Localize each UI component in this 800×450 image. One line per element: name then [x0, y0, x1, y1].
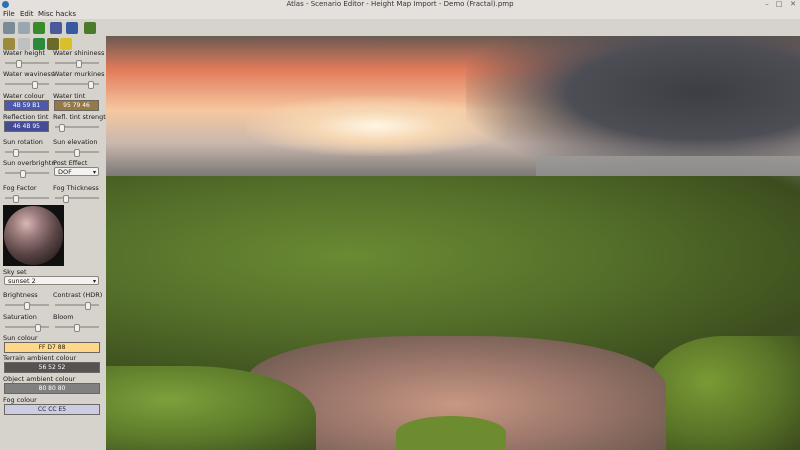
refl-tint-strength-slider[interactable]: [55, 124, 99, 132]
maximize-button[interactable]: □: [774, 0, 784, 9]
slider-knob[interactable]: [85, 302, 91, 310]
contrast-slider[interactable]: [55, 302, 99, 310]
sun-colour-swatch[interactable]: FF D7 88: [4, 342, 100, 353]
sun-colour-label: Sun colour: [3, 334, 38, 342]
bloom-label: Bloom: [53, 313, 74, 321]
unit-tool-icon[interactable]: [66, 22, 78, 34]
chevron-down-icon: ▾: [92, 278, 96, 285]
sky-set-select[interactable]: sunset 2 ▾: [4, 276, 99, 285]
preview-sphere: [4, 206, 63, 265]
foreground-mid-hill: [396, 416, 506, 450]
player-tool-icon[interactable]: [50, 22, 62, 34]
slider-knob[interactable]: [32, 81, 38, 89]
slider-knob[interactable]: [13, 195, 19, 203]
water-height-label: Water height: [3, 49, 45, 57]
slider-knob[interactable]: [74, 324, 80, 332]
sun-elevation-label: Sun elevation: [53, 138, 98, 146]
fog-factor-slider[interactable]: [5, 195, 49, 203]
menu-bar: File Edit Misc hacks: [0, 9, 800, 19]
slider-knob[interactable]: [59, 124, 65, 132]
paint-tool-icon[interactable]: [84, 22, 96, 34]
post-effect-label: Post Effect: [53, 159, 88, 167]
fog-thickness-slider[interactable]: [55, 195, 99, 203]
slider-knob[interactable]: [63, 195, 69, 203]
sun-overbrightness-slider[interactable]: [5, 170, 49, 178]
water-height-slider[interactable]: [5, 60, 49, 68]
menu-misc-hacks[interactable]: Misc hacks: [38, 9, 76, 19]
menu-file[interactable]: File: [3, 9, 15, 19]
slider-knob[interactable]: [16, 60, 22, 68]
sun-overbrightness-label: Sun overbrightn: [3, 159, 56, 167]
window-title: Atlas - Scenario Editor - Height Map Imp…: [286, 0, 514, 8]
terrain-tool-icon[interactable]: [33, 22, 45, 34]
water-tint-swatch[interactable]: 95 79 46: [54, 100, 99, 111]
water-colour-swatch[interactable]: 4B 59 B1: [4, 100, 49, 111]
bloom-slider[interactable]: [55, 324, 99, 332]
storm-clouds: [466, 36, 800, 176]
select-tool-icon[interactable]: [3, 22, 15, 34]
brightness-slider[interactable]: [5, 302, 49, 310]
fog-thickness-label: Fog Thickness: [53, 184, 99, 192]
brightness-label: Brightness: [3, 291, 38, 299]
slider-knob[interactable]: [20, 170, 26, 178]
water-murkiness-slider[interactable]: [55, 81, 99, 89]
title-bar: Atlas - Scenario Editor - Height Map Imp…: [0, 0, 800, 9]
terrain-ambient-swatch[interactable]: 56 52 52: [4, 362, 100, 373]
reflection-tint-swatch[interactable]: 46 4B 95: [4, 121, 49, 132]
material-preview: [3, 205, 64, 266]
sun-elevation-slider[interactable]: [55, 149, 99, 157]
slider-knob[interactable]: [76, 60, 82, 68]
saturation-slider[interactable]: [5, 324, 49, 332]
reflection-tint-label: Reflection tint: [3, 113, 49, 121]
post-effect-value: DOF: [58, 168, 72, 176]
terrain-ambient-label: Terrain ambient colour: [3, 354, 77, 362]
move-tool-icon[interactable]: [18, 22, 30, 34]
fog-colour-label: Fog colour: [3, 396, 37, 404]
water-murkiness-label: Water murkines: [53, 70, 105, 78]
fog-factor-label: Fog Factor: [3, 184, 37, 192]
foreground-right-hill: [646, 336, 800, 450]
saturation-label: Saturation: [3, 313, 37, 321]
refl-tint-strength-label: Refl. tint strengt: [53, 113, 106, 121]
post-effect-select[interactable]: DOF ▾: [54, 167, 99, 176]
terrain-viewport[interactable]: [106, 36, 800, 450]
fog-colour-swatch[interactable]: CC CC E5: [4, 404, 100, 415]
minimize-button[interactable]: –: [762, 0, 772, 9]
contrast-label: Contrast (HDR): [53, 291, 103, 299]
slider-knob[interactable]: [24, 302, 30, 310]
water-shininess-label: Water shininess: [53, 49, 105, 57]
slider-knob[interactable]: [74, 149, 80, 157]
chevron-down-icon: ▾: [92, 169, 96, 176]
object-ambient-label: Object ambient colour: [3, 375, 76, 383]
menu-edit[interactable]: Edit: [20, 9, 34, 19]
water-colour-label: Water colour: [3, 92, 45, 100]
close-button[interactable]: ✕: [788, 0, 798, 9]
water-tint-label: Water tint: [53, 92, 86, 100]
sky-set-label: Sky set: [3, 268, 27, 276]
water-waviness-slider[interactable]: [5, 81, 49, 89]
slider-knob[interactable]: [88, 81, 94, 89]
water-waviness-label: Water waviness: [3, 70, 55, 78]
sun-rotation-label: Sun rotation: [3, 138, 43, 146]
slider-knob[interactable]: [35, 324, 41, 332]
slider-knob[interactable]: [13, 149, 19, 157]
sun-rotation-slider[interactable]: [5, 149, 49, 157]
water-shininess-slider[interactable]: [55, 60, 99, 68]
sky-set-value: sunset 2: [8, 277, 36, 285]
object-ambient-swatch[interactable]: 80 80 80: [4, 383, 100, 394]
